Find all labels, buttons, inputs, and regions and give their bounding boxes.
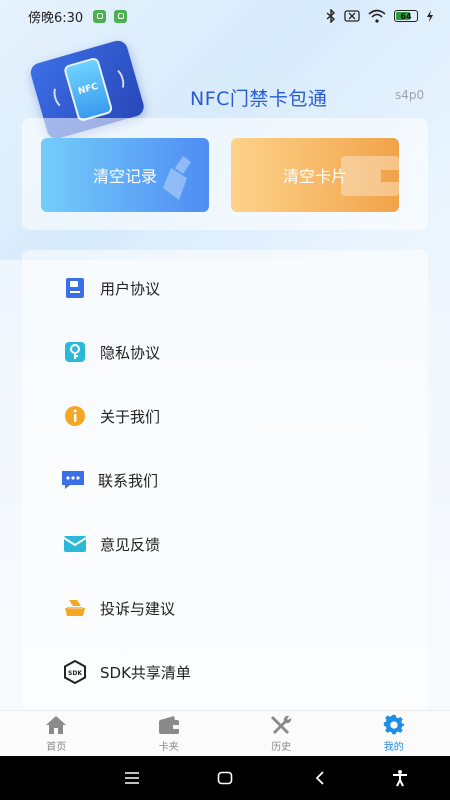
status-bar: 傍晚6:30 64 [0,0,450,32]
menu-item-label: 关于我们 [100,407,161,426]
charging-icon [427,10,433,22]
menu-item-sdk-list[interactable]: SDK SDK共享清单 [62,652,402,692]
menu-item-user-agreement[interactable]: 用户协议 [62,268,402,308]
key-icon [62,339,88,365]
nav-label: 卡夹 [158,742,179,753]
nav-label: 首页 [46,742,67,753]
wallet-icon [158,716,179,734]
broom-icon [163,156,191,200]
menu-icon[interactable] [122,768,142,788]
menu-item-label: 联系我们 [98,471,159,490]
clear-cards-button[interactable]: 清空卡片 [231,138,399,212]
system-navigation-bar [0,756,450,800]
menu-item-privacy-agreement[interactable]: 隐私协议 [62,332,402,372]
menu-item-label: 意见反馈 [100,535,161,554]
tools-icon [271,715,292,734]
complaint-icon [62,595,88,621]
wallet-icon [341,156,399,196]
bluetooth-icon [326,9,336,23]
menu-item-feedback[interactable]: 意见反馈 [62,524,402,564]
info-icon [62,403,88,429]
mail-icon [62,531,88,557]
settings-menu: 用户协议 隐私协议 关于我们 联系我们 意见反馈 投诉与建议 SDK SDK共享… [22,250,428,710]
version-label: s4p0 [395,88,425,102]
menu-item-contact-us[interactable]: 联系我们 [60,460,400,500]
nav-mine[interactable]: 我的 [338,711,450,756]
document-icon [62,275,88,301]
status-time: 傍晚6:30 [28,10,84,26]
nav-card-holder[interactable]: 卡夹 [113,711,226,756]
clear-records-label: 清空记录 [92,167,157,186]
home-icon [46,716,67,734]
action-panel: 清空记录 清空卡片 [22,118,428,230]
nav-label: 我的 [383,742,404,753]
notification-icon [93,9,107,23]
menu-item-label: 用户协议 [100,279,161,298]
back-icon[interactable] [310,768,330,788]
sim-off-icon [344,10,360,22]
accessibility-icon[interactable] [390,768,410,788]
gear-icon [383,714,404,735]
battery-icon: 64 [394,10,418,22]
menu-item-label: SDK共享清单 [100,663,191,682]
nav-history[interactable]: 历史 [225,711,338,756]
menu-item-label: 投诉与建议 [100,599,176,618]
clear-cards-label: 清空卡片 [282,167,347,186]
nav-home[interactable]: 首页 [0,711,113,756]
home-button-icon[interactable] [215,768,235,788]
nav-label: 历史 [271,742,292,753]
menu-item-complaints[interactable]: 投诉与建议 [62,588,402,628]
bottom-navigation: 首页 卡夹 历史 我的 [0,710,450,756]
sdk-icon: SDK [62,659,88,685]
menu-item-label: 隐私协议 [100,343,161,362]
menu-item-about-us[interactable]: 关于我们 [62,396,402,436]
clear-records-button[interactable]: 清空记录 [41,138,209,212]
wifi-icon [368,9,386,23]
notification-icon [114,9,128,23]
chat-icon [60,467,86,493]
svg-text:SDK: SDK [68,670,82,677]
battery-level: 64 [400,11,412,21]
app-title: NFC门禁卡包通 [190,88,328,110]
logo-text: NFC [77,81,100,97]
